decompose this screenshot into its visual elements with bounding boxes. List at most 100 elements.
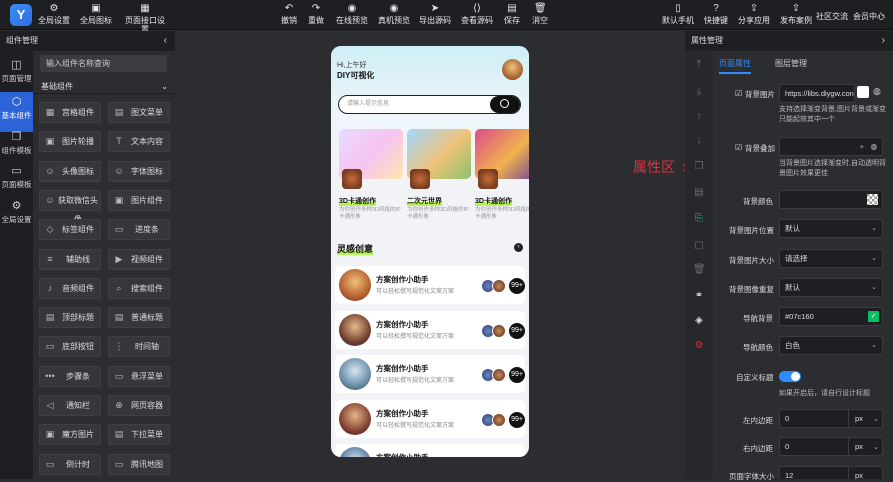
bg-size-select[interactable]: 请选择 ⌄ <box>779 249 883 268</box>
export-icon[interactable]: ⎘ <box>693 213 705 225</box>
left-padding-input[interactable]: 0 px ⌄ <box>779 409 883 428</box>
list-item[interactable]: 方案创作小助手 <box>335 444 525 457</box>
palette-icon[interactable]: ◍ <box>870 138 877 155</box>
list-item[interactable]: 方案创作小助手 可以轻松撰写规范化文案方案 99+ <box>335 355 525 393</box>
bg-position-select[interactable]: 默认 ⌄ <box>779 219 883 238</box>
component-item[interactable]: ▤ 普通标题 <box>108 307 170 329</box>
component-item[interactable]: ••• 步骤条 <box>39 365 101 387</box>
component-item[interactable]: ▭ 倒计时 <box>39 453 101 475</box>
community-link[interactable]: 社区交流 <box>816 11 848 22</box>
nav-bg-input[interactable]: #07c160 ✓ <box>779 307 883 326</box>
layers-icon[interactable]: ◈ <box>693 315 705 327</box>
unit-select[interactable]: px ⌄ <box>848 438 882 455</box>
component-search-input[interactable]: 输入组件名称查询 <box>40 55 167 72</box>
custom-title-toggle[interactable] <box>779 371 801 382</box>
component-item[interactable]: ☺ 头像图标 <box>39 160 101 182</box>
component-item[interactable]: ▦ 宫格组件 <box>39 102 101 123</box>
export-code-button[interactable]: ➤ 导出源码 <box>419 3 451 27</box>
save-button[interactable]: ▤ 保存 <box>503 3 521 27</box>
tab-layer-management[interactable]: 图层管理 <box>775 53 807 74</box>
component-item[interactable]: ▤ 图文菜单 <box>108 102 170 123</box>
global-settings-button[interactable]: ⚙ 全局设置 <box>38 3 70 27</box>
publish-case-button[interactable]: ⇪ 发布案例 <box>780 3 812 27</box>
component-item[interactable]: ⋮ 时间轴 <box>108 336 170 358</box>
list-item[interactable]: 方案创作小助手 可以轻松撰写规范化文案方案 99+ <box>335 266 525 304</box>
component-item[interactable]: ♪ 音频组件 <box>39 277 101 299</box>
component-item[interactable]: ▶ 视频组件 <box>108 248 170 270</box>
component-item[interactable]: ◁ 通知栏 <box>39 395 101 416</box>
component-item[interactable]: ▭ 底部按钮 <box>39 336 101 358</box>
collapse-icon[interactable]: ‹ <box>164 31 167 51</box>
bg-repeat-select[interactable]: 默认 ⌄ <box>779 278 883 297</box>
component-item[interactable]: ⌕ 搜索组件 <box>108 277 170 299</box>
bg-overlay-input[interactable]: + ◍ <box>779 137 883 156</box>
phone-search-button[interactable] <box>490 96 520 113</box>
feature-card[interactable]: 二次元世界 为你创作多种3D风格的IP卡通形象 <box>407 129 471 225</box>
component-item[interactable]: ◇ 标签组件 <box>39 219 101 241</box>
right-padding-input[interactable]: 0 px ⌄ <box>779 437 883 456</box>
feature-card[interactable]: 3D卡通创作 为你创作多种3D风格的IP卡通形象 <box>339 129 403 225</box>
component-item[interactable]: ▤ 下拉菜单 <box>108 424 170 446</box>
share-app-button[interactable]: ⇪ 分享应用 <box>738 3 770 27</box>
transparent-swatch[interactable] <box>867 194 878 205</box>
move-up-icon[interactable]: ↑ <box>693 111 705 123</box>
component-item[interactable]: ⊕ 网页容器 <box>108 395 170 416</box>
plus-icon[interactable]: + <box>860 138 864 155</box>
gear-icon[interactable]: ⚙ <box>693 340 705 352</box>
move-down-icon[interactable]: ↓ <box>693 135 705 147</box>
phone-preview[interactable]: Hi,上午好 DIY可视化 请输入提示信息 3D卡通创作 为你创作多种3D风格的… <box>331 46 529 457</box>
redo-button[interactable]: ↷ 重做 <box>307 3 325 27</box>
component-item[interactable]: ☺ 字体图标 <box>108 160 170 182</box>
component-item[interactable]: ▣ 图片轮播 <box>39 131 101 153</box>
shortcuts-button[interactable]: ? 快捷键 <box>703 3 729 27</box>
nav-color-swatch[interactable]: ✓ <box>868 311 879 322</box>
trash-icon[interactable]: 🗑 <box>693 264 706 276</box>
component-item[interactable]: ▭ 进度条 <box>108 219 170 241</box>
phone-search-bar[interactable]: 请输入提示信息 <box>338 95 521 114</box>
font-size-input[interactable]: 12 px <box>779 466 883 479</box>
move-bottom-icon[interactable]: ⤓ <box>693 86 705 98</box>
user-avatar[interactable] <box>502 59 523 80</box>
component-item[interactable]: ▣ 图片组件 <box>108 189 170 211</box>
global-icons-button[interactable]: ▣ 全局图标 <box>80 3 112 27</box>
paste-icon[interactable]: ▤ <box>693 187 705 199</box>
unit-select[interactable]: px <box>848 467 882 479</box>
online-preview-button[interactable]: ◉ 在线预览 <box>336 3 368 27</box>
component-item[interactable]: T 文本内容 <box>108 131 170 153</box>
list-item[interactable]: 方案创作小助手 可以轻松撰写规范化文案方案 99+ <box>335 310 525 349</box>
nav-basic-components[interactable]: ⬡ 基本组件 <box>0 92 33 132</box>
view-code-button[interactable]: ⟨⟩ 查看源码 <box>461 3 493 27</box>
component-item[interactable]: ▣ 魔方图片 <box>39 424 101 446</box>
clear-button[interactable]: 🗑 消空 <box>531 3 549 27</box>
tab-page-properties[interactable]: 页面属性 <box>719 53 751 74</box>
page-api-settings-button[interactable]: ▦ 页面接口设置 <box>122 3 168 34</box>
component-item[interactable]: ≡ 辅助线 <box>39 248 101 270</box>
chevron-right-icon[interactable]: › <box>514 243 523 252</box>
chevron-down-icon[interactable]: ⌄ <box>880 10 886 18</box>
nav-global-settings[interactable]: ⚙ 全局设置 <box>0 196 33 236</box>
bg-image-swatch[interactable] <box>857 86 869 98</box>
device-preview-button[interactable]: ◉ 真机预览 <box>378 3 410 27</box>
component-item[interactable]: ▤ 顶部标题 <box>39 307 101 329</box>
select-icon[interactable]: ▢ <box>693 240 705 252</box>
bg-color-input[interactable] <box>779 190 883 209</box>
component-item[interactable]: ▭ 腾讯地图 <box>108 453 170 475</box>
nav-page-templates[interactable]: ▭ 页面模板 <box>0 161 33 201</box>
bg-image-input[interactable]: https://libs.diygw.con <box>779 84 855 103</box>
palette-icon[interactable]: ◍ <box>873 86 881 97</box>
component-item[interactable]: ☺获取微信头像 <box>39 189 101 224</box>
feature-card[interactable]: 3D卡通创作 为你创作多种3D风格的IP卡通形象 <box>475 129 529 225</box>
unit-select[interactable]: px ⌄ <box>848 410 882 427</box>
copy-icon[interactable]: ❐ <box>693 161 705 173</box>
basic-components-section[interactable]: 基础组件 ⌄ <box>33 79 174 94</box>
component-item[interactable]: ▭ 悬浮菜单 <box>108 365 170 387</box>
list-item[interactable]: 方案创作小助手 可以轻松撰写规范化文案方案 99+ <box>335 399 525 438</box>
component-label: 图片组件 <box>131 195 163 205</box>
move-top-icon[interactable]: ⤒ <box>693 59 705 71</box>
undo-button[interactable]: ↶ 撤销 <box>280 3 298 27</box>
nav-page-management[interactable]: ◫ 页面管理 <box>0 55 33 95</box>
expand-icon[interactable]: › <box>882 31 885 51</box>
link-icon[interactable]: ⚭ <box>693 290 705 302</box>
default-phone-button[interactable]: ▯ 默认手机 <box>662 3 694 27</box>
nav-color-select[interactable]: 白色 ⌄ <box>779 336 883 355</box>
